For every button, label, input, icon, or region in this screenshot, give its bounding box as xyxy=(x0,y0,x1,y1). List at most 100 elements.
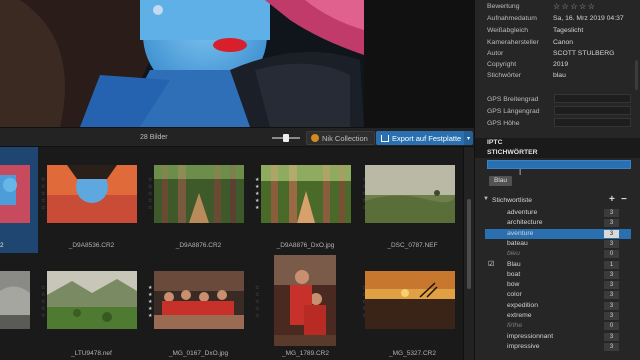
keyword-list-title: Stichwortliste xyxy=(492,197,533,204)
thumbnail-image[interactable] xyxy=(365,165,455,223)
keyword-name: extreme xyxy=(507,312,532,319)
thumbnail-cell[interactable]: ★ ★ ★ ★ ★ _D9A8876_DxO.jpg xyxy=(252,147,359,253)
thumbnail-filename: _DSC_0787.NEF xyxy=(387,242,438,249)
thumbnail-cell[interactable]: ☆ ☆ ☆ ☆ ☆ _D9A8876.CR2 xyxy=(145,147,252,253)
keyword-count-badge: 3 xyxy=(604,342,619,351)
keyword-row[interactable]: adventure 3 xyxy=(485,208,631,218)
thumbnail-image[interactable] xyxy=(261,165,351,223)
keyword-input[interactable] xyxy=(487,160,631,169)
keyword-tag-blau[interactable]: Blau xyxy=(489,176,513,186)
keyword-row[interactable]: color 3 xyxy=(485,290,631,300)
thumbnail-image[interactable] xyxy=(47,271,137,329)
meta-row-gps-longitude: GPS Längengrad xyxy=(487,108,540,118)
meta-value: Tageslicht xyxy=(553,27,584,34)
keyword-row[interactable]: bateau 3 xyxy=(485,239,631,249)
rating-stars[interactable]: ★ ★ ★ ★ ★ xyxy=(255,177,260,212)
rating-stars[interactable]: ☆ ☆ ☆ ☆ ☆ xyxy=(255,285,260,320)
image-count: 28 Bilder xyxy=(140,134,168,141)
iptc-section-header[interactable]: IPTC xyxy=(475,138,640,148)
thumbnail-cell[interactable]: 2 xyxy=(0,147,38,253)
thumbnail-image[interactable] xyxy=(47,165,137,223)
keyword-row[interactable]: boat 3 xyxy=(485,270,631,280)
thumbnail-grid: 2 ☆ ☆ ☆ ☆ ☆ _D9A8536.CR2 ☆ ☆ ☆ ☆ ☆ _D9A8876.CR2 … xyxy=(0,147,463,360)
thumbnail-cell[interactable]: ☆ ☆ ☆ ☆ ☆ _DSC_0787.NEF xyxy=(359,147,466,253)
keyword-name: bateau xyxy=(507,239,528,247)
keyword-count-badge: 3 xyxy=(604,209,619,217)
add-keyword-button[interactable]: + xyxy=(609,194,615,205)
rating-stars[interactable]: ☆ ☆ ☆ ☆ ☆ xyxy=(41,177,46,212)
scrollbar-thumb[interactable] xyxy=(635,60,638,90)
gps-latitude-field[interactable] xyxy=(554,94,631,103)
keywords-section-header[interactable]: STICHWÖRTER xyxy=(475,148,640,158)
thumbnail-image[interactable] xyxy=(0,271,30,329)
keyword-name: expedition xyxy=(507,301,538,309)
keyword-name: aventure xyxy=(507,229,534,237)
keyword-count-badge: 0 xyxy=(604,322,619,331)
thumbnail-cell[interactable]: ☆ ☆ ☆ ☆ ☆ _D9A8536.CR2 xyxy=(38,147,145,253)
keyword-row[interactable]: ☑ Blau 1 xyxy=(485,260,631,270)
keyword-name: boat xyxy=(507,270,521,278)
gps-longitude-field[interactable] xyxy=(554,106,631,115)
keyword-name: architecture xyxy=(507,219,543,227)
chevron-down-icon[interactable]: ▼ xyxy=(483,196,489,202)
gps-altitude-field[interactable] xyxy=(554,118,631,127)
grid-scrollbar[interactable] xyxy=(463,147,474,360)
keyword-name: adventure xyxy=(507,209,538,216)
photo-preview[interactable] xyxy=(0,0,474,127)
thumbnail-cell[interactable]: ☆ ☆ ☆ ☆ ☆ _MG_5327.CR2 xyxy=(359,255,466,360)
keyword-row[interactable]: impressive 3 xyxy=(485,342,631,352)
thumbnail-filename: 2 xyxy=(0,242,4,249)
keyword-row[interactable]: bow 3 xyxy=(485,280,631,290)
keyword-row[interactable]: bleu 0 xyxy=(485,249,631,259)
filmstrip-toolbar: 28 Bilder Nik Collection Export auf Fest… xyxy=(0,127,474,147)
keyword-row[interactable]: firthe 0 xyxy=(485,321,631,331)
keyword-name: firthe xyxy=(507,322,523,330)
rating-row: Bewertung ☆☆☆☆☆ xyxy=(487,2,595,13)
meta-label: Autor xyxy=(487,50,504,57)
keyword-count-badge: 3 xyxy=(604,291,619,300)
thumbnail-image[interactable] xyxy=(365,271,455,329)
thumbnail-image[interactable] xyxy=(154,165,244,223)
meta-row-white-balance: Weißabgleich Tageslicht xyxy=(487,27,583,37)
thumbnail-image[interactable] xyxy=(154,271,244,329)
thumbnail-cell[interactable]: ☆ ☆ ☆ ☆ ☆ _LTU9478.nef xyxy=(38,255,145,360)
keyword-count-badge: 3 xyxy=(604,270,619,279)
keyword-name: color xyxy=(507,291,522,299)
rating-stars[interactable]: ★ ★ ★ ★ ★ xyxy=(148,285,153,320)
keyword-count-badge: 3 xyxy=(604,332,619,341)
remove-keyword-button[interactable]: − xyxy=(621,194,627,205)
keyword-name: Blau xyxy=(507,260,521,268)
meta-label: Weißabgleich xyxy=(487,27,529,34)
thumbnail-cell[interactable] xyxy=(0,255,38,360)
scrollbar-thumb[interactable] xyxy=(467,199,471,289)
keyword-row[interactable]: extreme 3 xyxy=(485,311,631,321)
keyword-row[interactable]: architecture 3 xyxy=(485,218,631,228)
thumbnail-filename: _MG_5327.CR2 xyxy=(389,350,436,357)
rating-stars[interactable]: ☆ ☆ ☆ ☆ ☆ xyxy=(148,177,153,212)
thumbnail-filename: _LTU9478.nef xyxy=(71,350,112,357)
meta-row-capture-date: Aufnahmedatum Sa, 16. Mrz 2019 04:37 xyxy=(487,15,624,25)
rating-stars-input[interactable]: ☆☆☆☆☆ xyxy=(553,2,596,11)
keyword-row[interactable]: impressionnant 3 xyxy=(485,332,631,342)
nik-collection-button[interactable]: Nik Collection xyxy=(306,131,375,145)
keyword-name: bow xyxy=(507,281,520,289)
panel-scrollbar[interactable] xyxy=(635,60,639,360)
export-dropdown-button[interactable]: ▾ xyxy=(464,131,473,145)
thumbnail-filename: _MG_1789.CR2 xyxy=(282,350,329,357)
thumbnail-image[interactable] xyxy=(0,165,30,223)
thumbnail-image[interactable] xyxy=(274,255,336,346)
keyword-row[interactable]: aventure 3 xyxy=(485,228,631,239)
rating-stars[interactable]: ☆ ☆ ☆ ☆ ☆ xyxy=(41,285,46,320)
slider-thumb[interactable] xyxy=(283,134,289,142)
meta-value: Canon xyxy=(553,39,574,46)
thumbnail-size-slider[interactable] xyxy=(272,134,300,142)
keyword-row[interactable]: expedition 3 xyxy=(485,301,631,311)
thumbnail-cell[interactable]: ☆ ☆ ☆ ☆ ☆ _MG_1789.CR2 xyxy=(252,255,359,360)
meta-value: SCOTT STULBERG xyxy=(553,50,615,57)
export-to-disk-button[interactable]: Export auf Festplatte xyxy=(376,131,464,145)
meta-label: Aufnahmedatum xyxy=(487,15,537,22)
thumbnail-cell[interactable]: ★ ★ ★ ★ ★ _MG_0167_DxO.jpg xyxy=(145,255,252,360)
checkbox-icon[interactable]: ☑ xyxy=(488,261,495,268)
keyword-list-header[interactable]: ▼ Stichwortliste + − xyxy=(475,194,640,206)
text-cursor-icon: I xyxy=(519,168,522,177)
